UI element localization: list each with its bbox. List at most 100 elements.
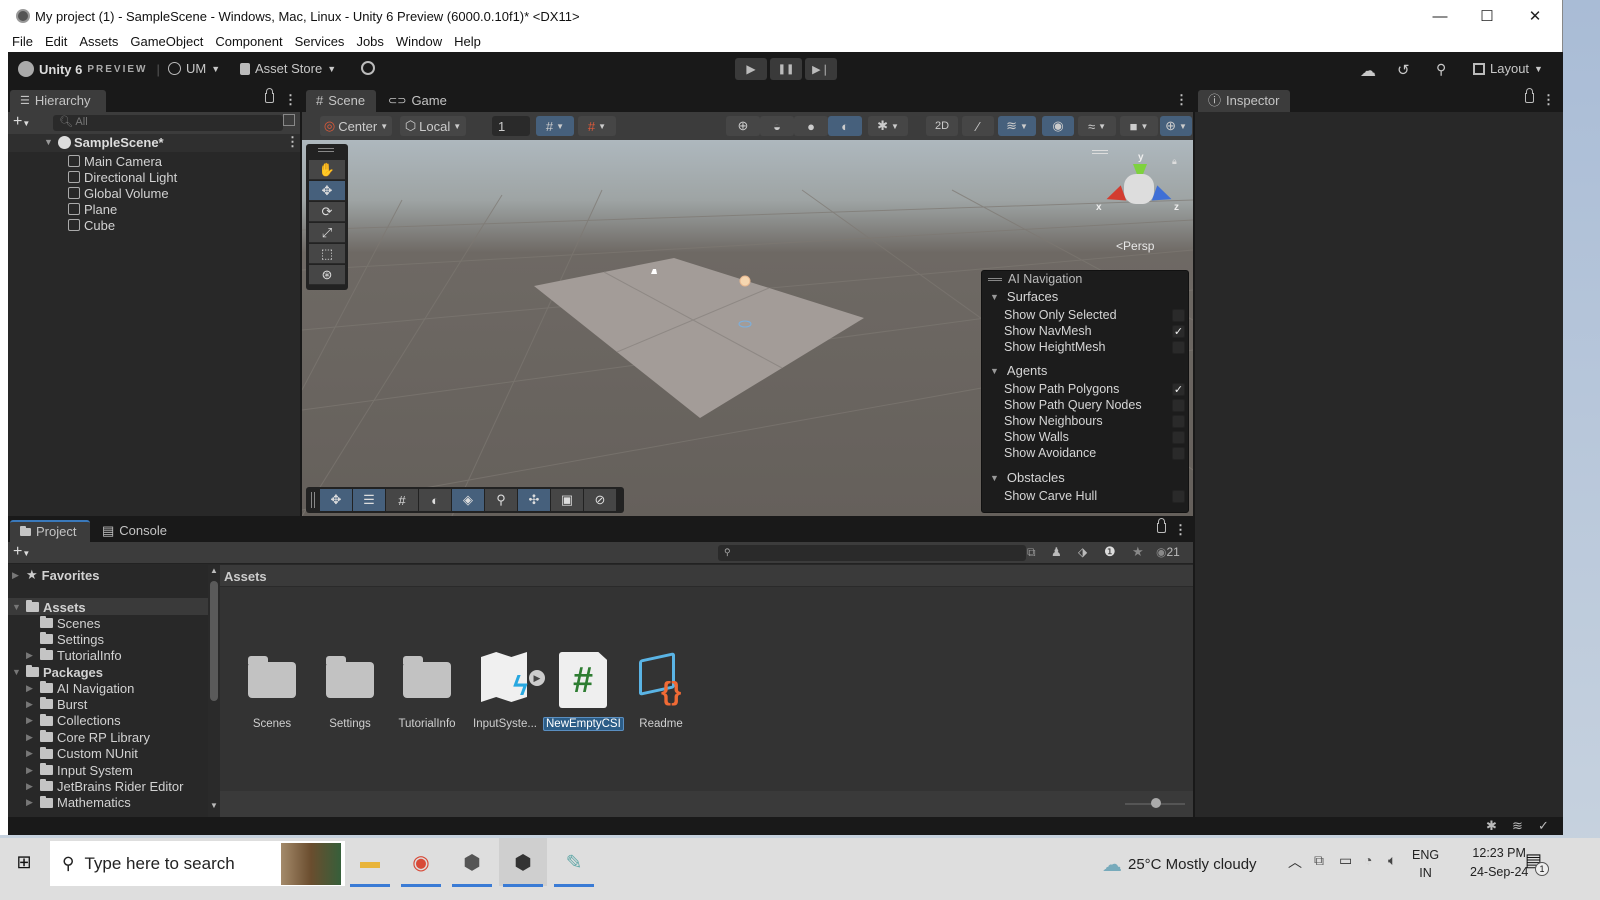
2d-toggle[interactable]: 2D [926,116,958,136]
tree-favorites[interactable]: ▶ ★ Favorites [12,567,99,583]
add-object-button[interactable]: +▼ [13,113,30,131]
tree-package[interactable]: ▶ Burst [26,696,87,712]
debug-dropdown[interactable]: ✱ ▼ [868,116,908,136]
clock[interactable]: 12:23 PM 24-Sep-24 [1470,844,1528,882]
directional-light-icon[interactable] [739,275,751,287]
audio-toggle[interactable]: ∕ [962,116,994,136]
weather-widget[interactable]: ☁ 25°C Mostly cloudy [1102,852,1257,877]
more-options-icon[interactable]: ⋮ [284,92,297,108]
nav-option-checkbox[interactable] [1172,399,1185,412]
nav-section-agents[interactable]: ▼ Agents [990,363,1047,378]
more-options-icon[interactable]: ⋮ [1175,92,1188,108]
filter-by-label-icon[interactable]: ⬗ [1078,545,1087,559]
hidden-packages-toggle[interactable]: ◉21 [1156,545,1180,559]
transform-tool[interactable]: ⊛ [309,265,345,285]
hand-tool[interactable]: ✋ [309,160,345,180]
collapsed-arrow-icon[interactable]: ▶ [12,570,22,581]
search-overlay-button[interactable]: ⚲ [485,489,517,511]
nav-option-checkbox[interactable]: ✓ [1172,383,1185,396]
tree-folder[interactable]: Scenes [40,615,100,631]
nav-option-checkbox[interactable]: ✓ [1172,325,1185,338]
taskbar-unity-hub[interactable]: ⬢ [448,838,496,887]
tree-package[interactable]: ▶ Input System [26,762,133,778]
pause-button[interactable]: ❚❚ [770,58,802,80]
nav-option-checkbox[interactable] [1172,415,1185,428]
rotate-tool[interactable]: ⟳ [309,202,345,222]
scrollbar-thumb[interactable] [210,581,218,701]
settings-overlay-button[interactable]: ☰ [353,489,385,511]
lighting-overlay-button[interactable]: ◐ [419,489,451,511]
pivot-center-dropdown[interactable]: ◎ Center ▼ [320,116,392,136]
rect-tool[interactable]: ⬚ [309,244,345,264]
create-asset-button[interactable]: +▼ [13,543,30,561]
asset-item-readme[interactable]: {} Readme [622,650,700,730]
volume-icon[interactable]: 🔈︎ [1388,852,1396,869]
scroll-down-icon[interactable]: ▼ [210,801,218,810]
expand-arrow-icon[interactable]: ▼ [990,366,999,378]
tree-packages[interactable]: ▼ Packages [12,664,103,680]
gizmo-drag-handle-icon[interactable] [1092,150,1108,154]
collapsed-arrow-icon[interactable]: ▶ [26,781,36,792]
menu-assets[interactable]: Assets [73,32,124,52]
nav-option-checkbox[interactable] [1172,341,1185,354]
tree-package[interactable]: ▶ Core RP Library [26,729,150,745]
menu-edit[interactable]: Edit [39,32,73,52]
gizmo-center-cube[interactable] [1124,174,1154,204]
taskbar-chrome[interactable]: ◉ [397,838,445,887]
asset-item-folder[interactable]: Scenes [233,650,311,730]
tree-assets[interactable]: ▼ Assets [12,599,86,615]
favorite-star-icon[interactable]: ★ [1132,544,1144,560]
tab-scene[interactable]: # Scene [306,90,376,112]
collapsed-arrow-icon[interactable]: ▶ [26,650,36,661]
search-button[interactable]: ⚲ [1436,61,1446,78]
asset-item-input-actions[interactable]: ϟ ▶ InputSyste... [466,650,545,730]
grid-overlay-button[interactable]: # [386,489,418,511]
hierarchy-item[interactable]: Global Volume [68,185,169,201]
space-local-dropdown[interactable]: ⬡ Local ▼ [400,116,466,136]
project-search-input[interactable]: ⚲ [718,545,1026,561]
unity-brand[interactable]: Unity 6 PREVIEW | [18,61,160,77]
account-dropdown[interactable]: UM ▼ [168,61,220,76]
nav-option-checkbox[interactable] [1172,431,1185,444]
taskbar-unity-editor[interactable]: ⬢ [499,838,547,887]
expand-arrow-icon[interactable]: ▼ [44,137,53,147]
battery-icon[interactable]: ▭ [1339,852,1352,869]
expanded-arrow-icon[interactable]: ▼ [12,667,22,677]
taskbar-file-explorer[interactable]: ▬ [346,838,394,887]
hierarchy-scene-row[interactable]: ▼ SampleScene* ⋮ [8,134,300,152]
taskbar-paint[interactable]: ✎ [550,838,598,887]
menu-window[interactable]: Window [390,32,448,52]
scene-viewport[interactable]: ✋ ✥ ⟳ ⤢ ⬚ ⊛ y x z 🔒︎ <Persp AI Navigatio… [302,140,1193,516]
more-options-icon[interactable]: ⋮ [1542,92,1555,108]
expand-arrow-icon[interactable]: ▼ [990,473,999,485]
collapsed-arrow-icon[interactable]: ▶ [26,765,36,776]
menu-jobs[interactable]: Jobs [350,32,389,52]
asset-item-csharp[interactable]: # NewEmptyCSI [543,650,624,731]
tab-inspector[interactable]: ⓘ Inspector [1198,90,1290,112]
close-button[interactable]: ✕ [1512,0,1558,32]
tab-console[interactable]: ▤ Console [92,520,177,542]
plane-mesh[interactable] [534,258,864,418]
history-button[interactable]: ↺ [1397,61,1410,79]
increment-snap-toggle[interactable]: # ▼ [578,116,616,136]
show-hidden-icons-button[interactable]: ︿ [1288,852,1302,872]
tree-package[interactable]: ▶ AI Navigation [26,680,134,696]
scroll-up-icon[interactable]: ▲ [210,566,218,575]
icon-size-slider-thumb[interactable] [1151,798,1161,808]
filter-log-icon[interactable]: ❶ [1104,544,1116,560]
grid-size-input[interactable]: 1 [492,116,530,136]
compass-overlay-button[interactable]: ⊘ [584,489,616,511]
move-overlay-button[interactable]: ✥ [320,489,352,511]
lock-icon[interactable] [265,88,274,103]
search-in-scene-icon[interactable]: ⧉ [1027,545,1036,560]
play-button[interactable]: ▶ [735,58,767,80]
nav-section-obstacles[interactable]: ▼ Obstacles [990,470,1065,485]
collapsed-arrow-icon[interactable]: ▶ [26,748,36,759]
check-circle-icon[interactable]: ✓ [1538,818,1549,834]
taskbar-search-box[interactable]: ⚲ Type here to search [50,841,345,886]
nav-option-checkbox[interactable] [1172,309,1185,322]
expanded-arrow-icon[interactable]: ▼ [12,602,22,612]
wireframe-shading-button[interactable]: ⊕ [726,116,760,136]
hierarchy-item[interactable]: Main Camera [68,153,162,169]
collapsed-arrow-icon[interactable]: ▶ [26,797,36,808]
